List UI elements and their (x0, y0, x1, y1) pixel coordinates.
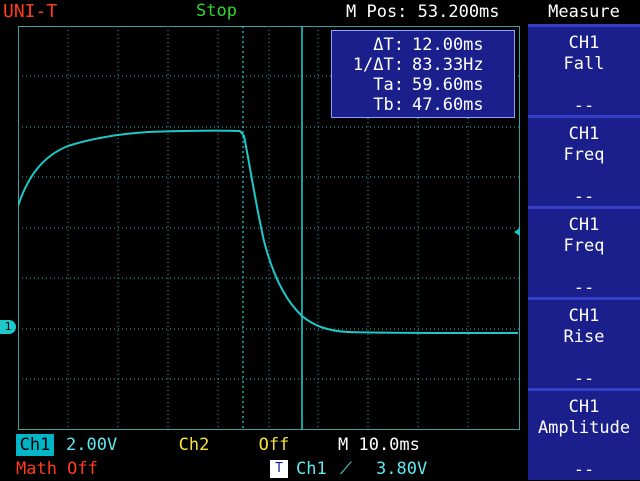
measure-slot-2[interactable]: CH1 Freq -- (528, 115, 640, 207)
measure-slot-5[interactable]: CH1 Amplitude -- (528, 388, 640, 480)
ta-value: 59.60ms (412, 75, 484, 95)
measure-source: CH1 (568, 306, 600, 326)
measure-slot-3[interactable]: CH1 Freq -- (528, 206, 640, 298)
rising-edge-icon: ⟋ (340, 459, 352, 479)
ch2-state: Off (222, 434, 326, 456)
measure-slot-4[interactable]: CH1 Rise -- (528, 297, 640, 389)
ta-label: Ta: (373, 75, 404, 95)
run-status: Stop (196, 1, 237, 21)
delta-t-label: ΔT: (373, 35, 404, 55)
trigger-source: Ch1 (296, 459, 327, 479)
trigger-level-arrow (514, 228, 520, 236)
inverse-delta-t-label: 1/ΔT: (352, 55, 404, 75)
measure-type: Rise (563, 327, 605, 347)
measure-value: -- (573, 278, 595, 298)
tb-label: Tb: (373, 95, 404, 115)
ch2-tag[interactable]: Ch2 (172, 434, 216, 456)
measure-value: -- (573, 187, 595, 207)
timebase-readout: M 10.0ms (332, 434, 520, 456)
brand-logo: UNI-T (0, 0, 58, 24)
measure-menu: CH1 Fall -- CH1 Freq -- CH1 Freq -- CH1 … (528, 24, 640, 480)
delta-t-value: 12.00ms (412, 35, 484, 55)
measure-type: Freq (563, 145, 605, 165)
measure-source: CH1 (568, 124, 600, 144)
menu-title: Measure (528, 0, 640, 24)
trigger-icon: T (270, 460, 288, 478)
measure-type: Fall (563, 54, 605, 74)
measure-source: CH1 (568, 397, 600, 417)
math-state: Math Off (16, 459, 98, 479)
measure-value: -- (573, 96, 595, 116)
ch1-volts-per-div: 2.00V (60, 434, 164, 456)
measure-type: Amplitude (537, 418, 631, 438)
measure-slot-1[interactable]: CH1 Fall -- (528, 24, 640, 116)
trigger-level: 3.80V (376, 459, 428, 479)
cursor-readout-panel: ΔT: 12.00ms 1/ΔT: 83.33Hz Ta: 59.60ms Tb… (331, 30, 515, 118)
ch1-tag[interactable]: Ch1 (16, 434, 54, 456)
measure-value: -- (573, 369, 595, 389)
measure-value: -- (573, 460, 595, 480)
tb-value: 47.60ms (412, 95, 484, 115)
main-position-readout: M Pos: 53.200ms (346, 2, 500, 22)
ch1-ground-marker[interactable]: 1 (0, 320, 16, 334)
measure-type: Freq (563, 236, 605, 256)
measure-source: CH1 (568, 33, 600, 53)
inverse-delta-t-value: 83.33Hz (412, 55, 484, 75)
ch1-trace (18, 129, 519, 334)
measure-source: CH1 (568, 215, 600, 235)
